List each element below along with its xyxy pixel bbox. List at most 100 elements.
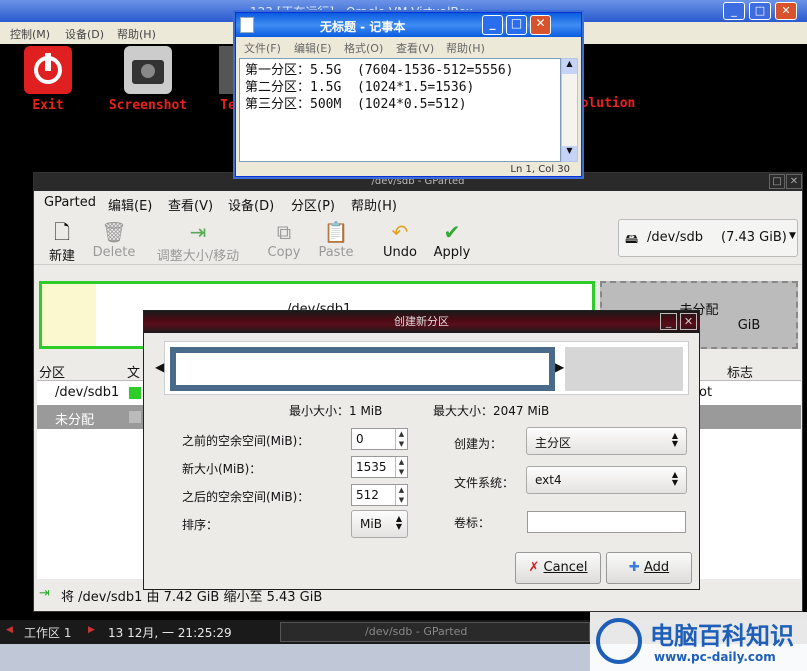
close-button[interactable]: ✕ bbox=[680, 313, 697, 330]
delete-button[interactable]: 🗑 Delete bbox=[90, 219, 138, 260]
notepad-icon bbox=[240, 17, 254, 33]
watermark-title: 电脑百科知识 bbox=[650, 622, 794, 650]
prev-workspace-icon[interactable]: ◀ bbox=[6, 625, 13, 635]
desktop-icon-resolution[interactable]: olution bbox=[578, 96, 638, 111]
cursor-position: Ln 1, Col 30 bbox=[510, 164, 570, 175]
copy-icon: ⧉ bbox=[276, 220, 292, 244]
maximize-button[interactable]: □ bbox=[749, 2, 771, 20]
notepad-text-area[interactable]: 第一分区：5.5G (7604-1536-512=5556) 第二分区：1.5G … bbox=[239, 58, 561, 162]
cancel-x-icon: ✗ bbox=[528, 560, 540, 575]
notepad-menubar: 文件(F) 编辑(E) 格式(O) 查看(V) 帮助(H) bbox=[236, 37, 581, 57]
minimize-button[interactable]: _ bbox=[723, 2, 745, 20]
window-title: 无标题 - 记事本 bbox=[320, 20, 406, 34]
copy-button[interactable]: ⧉ Copy bbox=[264, 219, 304, 260]
device-size: (7.43 GiB) bbox=[721, 230, 787, 245]
scroll-down-icon[interactable]: ▼ bbox=[562, 146, 577, 161]
unalloc-size: GiB bbox=[737, 318, 761, 333]
desktop-icon-label: olution bbox=[580, 96, 636, 111]
window-title: /dev/sdb - GParted bbox=[371, 176, 465, 187]
close-button[interactable]: ✕ bbox=[775, 2, 797, 20]
chevron-down-icon: ▼ bbox=[789, 231, 796, 241]
power-icon bbox=[24, 46, 72, 94]
spin-arrows-icon[interactable]: ▲ ▼ bbox=[395, 457, 407, 477]
device-name: /dev/sdb bbox=[647, 230, 703, 245]
new-partition-bar[interactable] bbox=[170, 347, 555, 391]
maximize-button[interactable]: □ bbox=[769, 174, 785, 189]
spin-arrows-icon[interactable]: ▲ ▼ bbox=[395, 429, 407, 449]
chevron-updown-icon: ▲ ▼ bbox=[671, 431, 678, 448]
column-header[interactable]: 分区 bbox=[39, 362, 65, 381]
close-button[interactable]: ✕ bbox=[786, 174, 802, 189]
menu-file[interactable]: 文件(F) bbox=[244, 40, 281, 56]
fs-color-swatch bbox=[129, 387, 141, 399]
free-before-input[interactable]: 0 ▲ ▼ bbox=[351, 428, 408, 450]
watermark-url: www.pc-daily.com bbox=[654, 650, 776, 664]
close-button[interactable]: ✕ bbox=[530, 15, 551, 35]
new-button[interactable]: 🗋 新建 bbox=[44, 219, 80, 264]
notepad-statusbar: Ln 1, Col 30 bbox=[239, 163, 578, 177]
gparted-menubar: GParted 编辑(E) 查看(V) 设备(D) 分区(P) 帮助(H) bbox=[34, 191, 802, 215]
add-button[interactable]: ✚ Add bbox=[606, 552, 692, 584]
row-flag: ot bbox=[699, 385, 713, 400]
paste-button[interactable]: 📋 Paste bbox=[316, 219, 356, 260]
menu-help[interactable]: 帮助(H) bbox=[351, 195, 397, 214]
device-selector[interactable]: 🖴 /dev/sdb (7.43 GiB) ▼ bbox=[618, 219, 798, 257]
volume-label-input[interactable] bbox=[527, 511, 686, 533]
menu-edit[interactable]: 编辑(E) bbox=[294, 40, 332, 56]
next-workspace-icon[interactable]: ▶ bbox=[88, 625, 95, 635]
checkmark-icon: ✔ bbox=[443, 220, 461, 244]
menu-view[interactable]: 查看(V) bbox=[168, 195, 213, 214]
chevron-updown-icon: ▲ ▼ bbox=[395, 514, 402, 531]
resize-move-button[interactable]: ⇥ 调整大小/移动 bbox=[152, 219, 244, 264]
new-size-label: 新大小(MiB)： bbox=[182, 462, 262, 476]
vertical-scrollbar[interactable]: ▲ ▼ bbox=[561, 58, 578, 162]
menu-devices[interactable]: 设备(D) bbox=[65, 26, 104, 42]
free-space-bar bbox=[565, 347, 683, 391]
menu-partition[interactable]: 分区(P) bbox=[291, 195, 335, 214]
desktop-icon-screenshot[interactable]: Screenshot bbox=[106, 46, 190, 113]
left-handle-icon[interactable]: ◀ bbox=[155, 360, 164, 374]
menu-format[interactable]: 格式(O) bbox=[344, 40, 383, 56]
minimize-button[interactable]: _ bbox=[660, 313, 677, 330]
right-handle-icon[interactable]: ▶ bbox=[555, 360, 564, 374]
menu-gparted[interactable]: GParted bbox=[44, 195, 96, 210]
menu-control[interactable]: 控制(M) bbox=[10, 26, 50, 42]
free-after-input[interactable]: 512 ▲ ▼ bbox=[351, 484, 408, 506]
undo-button[interactable]: ↶ Undo bbox=[380, 219, 420, 260]
new-file-icon: 🗋 bbox=[53, 220, 71, 244]
desktop-icon-exit[interactable]: Exit bbox=[20, 46, 76, 113]
gparted-toolbar: 🗋 新建 🗑 Delete ⇥ 调整大小/移动 ⧉ Copy 📋 Paste ↶ Undo … bbox=[34, 215, 802, 265]
column-header[interactable]: 标志 bbox=[727, 362, 753, 381]
workspace-label[interactable]: 工作区 1 bbox=[24, 624, 71, 641]
row-partition: 未分配 bbox=[55, 413, 95, 428]
spin-arrows-icon[interactable]: ▲ ▼ bbox=[395, 485, 407, 505]
free-before-label: 之前的空余空间(MiB)： bbox=[182, 434, 310, 448]
minimize-button[interactable]: _ bbox=[482, 15, 503, 35]
desktop-icon-label: Screenshot bbox=[108, 98, 188, 113]
row-partition: /dev/sdb1 bbox=[55, 385, 120, 400]
menu-edit[interactable]: 编辑(E) bbox=[108, 195, 152, 214]
filesystem-select[interactable]: ext4 ▲ ▼ bbox=[526, 466, 687, 494]
create-as-select[interactable]: 主分区 ▲ ▼ bbox=[526, 427, 687, 455]
menu-help[interactable]: 帮助(H) bbox=[446, 40, 485, 56]
scroll-up-icon[interactable]: ▲ bbox=[562, 59, 577, 74]
menu-help[interactable]: 帮助(H) bbox=[117, 26, 156, 42]
camera-icon bbox=[124, 46, 172, 94]
watermark-logo: 电脑百科知识 www.pc-daily.com bbox=[590, 612, 807, 671]
task-gparted[interactable]: /dev/sdb - GParted bbox=[280, 622, 590, 642]
apply-button[interactable]: ✔ Apply bbox=[432, 219, 472, 260]
menu-view[interactable]: 查看(V) bbox=[396, 40, 434, 56]
column-header[interactable]: 文 bbox=[127, 362, 140, 381]
text-line: 第一分区：5.5G (7604-1536-512=5556) bbox=[245, 63, 514, 78]
align-select[interactable]: MiB ▲ ▼ bbox=[351, 510, 408, 538]
desktop-icon-label: Exit bbox=[32, 98, 64, 113]
fs-color-swatch bbox=[129, 411, 141, 423]
cancel-button[interactable]: ✗ Cancel bbox=[515, 552, 601, 584]
menu-device[interactable]: 设备(D) bbox=[228, 195, 274, 214]
new-size-input[interactable]: 1535 ▲ ▼ bbox=[351, 456, 408, 478]
filesystem-label: 文件系统： bbox=[454, 476, 515, 490]
maximize-button[interactable]: □ bbox=[506, 15, 527, 35]
monitor-pulse-icon bbox=[596, 618, 642, 664]
size-slider[interactable]: ◀ ▶ bbox=[155, 341, 689, 395]
desktop-icon-label: Te bbox=[220, 98, 236, 113]
